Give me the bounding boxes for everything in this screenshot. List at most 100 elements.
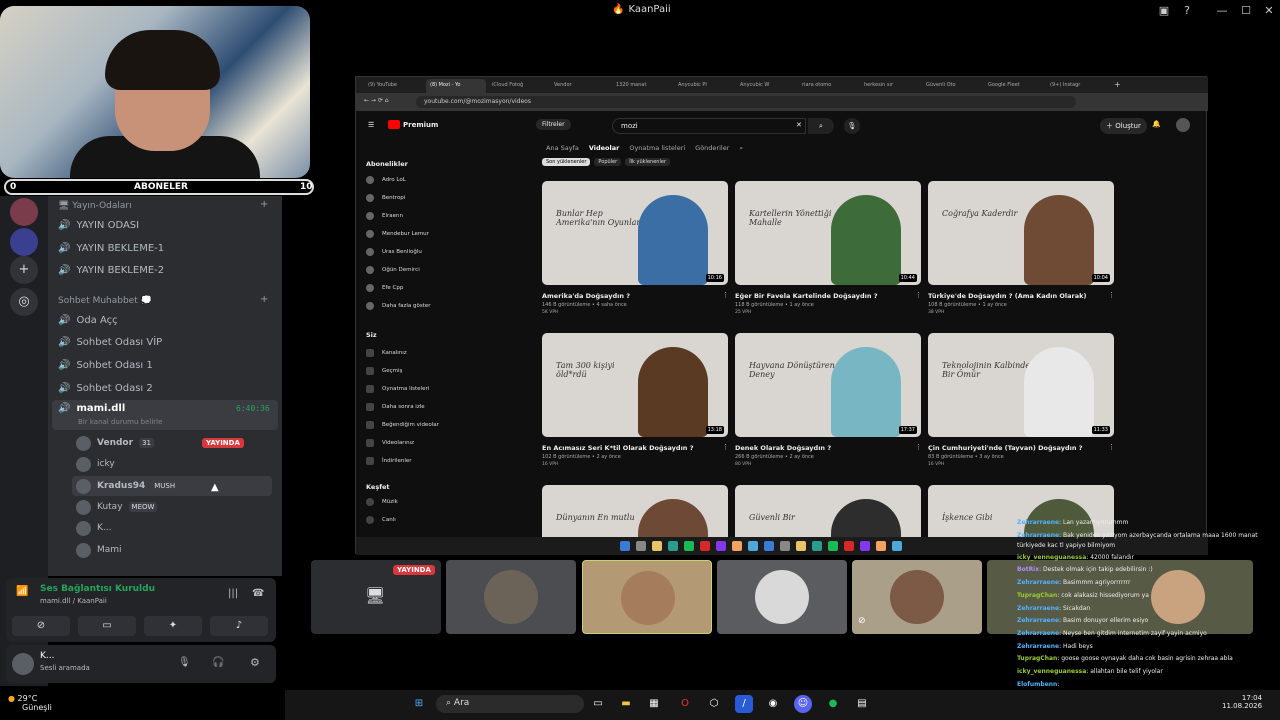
chat-username[interactable]: Zehrarraene	[1017, 579, 1059, 586]
chat-username[interactable]: TupragChan	[1017, 592, 1057, 599]
menu-icon[interactable]: ☰	[368, 121, 374, 129]
opera-icon[interactable]: O	[676, 695, 694, 713]
spotify-icon[interactable]: ●	[824, 695, 842, 713]
voice-user[interactable]: Kutay MEOW	[76, 497, 158, 517]
video-thumbnail[interactable]: Dünyanın En mutlu	[542, 485, 728, 537]
sidebar-item[interactable]: İndirilenler	[366, 452, 412, 470]
chat-username[interactable]: icky_venneguanessa	[1017, 668, 1086, 675]
remote-taskbar-icon[interactable]	[796, 541, 806, 551]
chat-username[interactable]: TupragChan	[1017, 655, 1057, 662]
video-title[interactable]: Amerika'da Doğsaydın ?	[542, 292, 718, 300]
more-options-icon[interactable]: ⋮	[722, 291, 729, 299]
more-options-icon[interactable]: ⋮	[1108, 443, 1115, 451]
voice-user[interactable]: K...	[76, 518, 111, 538]
chat-username[interactable]: Zehrarraene	[1017, 617, 1059, 624]
avatar[interactable]	[12, 653, 34, 675]
tab-posts[interactable]: Gönderiler	[695, 144, 729, 153]
weather-widget[interactable]: ● 29°C Güneşli	[8, 694, 52, 712]
voice-user[interactable]: Mami	[76, 540, 122, 560]
add-channel-icon[interactable]: +	[260, 294, 268, 305]
remote-taskbar-icon[interactable]	[620, 541, 630, 551]
voice-channel[interactable]: 🔊 Oda Açç	[58, 310, 118, 330]
more-options-icon[interactable]: ⋮	[915, 443, 922, 451]
settings-gear-icon[interactable]: ⚙	[250, 656, 260, 669]
add-server-icon[interactable]: +	[10, 256, 38, 284]
youtube-logo[interactable]: Premium	[388, 120, 438, 129]
microphone-icon[interactable]: 🎙	[844, 118, 860, 134]
video-thumbnail[interactable]: Tam 300 kişiyi öld*rdü 13:18	[542, 333, 728, 437]
stream-tile-self[interactable]: 🖥 YAYINDA	[311, 560, 441, 634]
video-card[interactable]: Hayvana Dönüştüren Deney 17:37 Denek Olara…	[735, 333, 922, 479]
filters-button[interactable]: Filtreler	[536, 119, 571, 130]
video-thumbnail[interactable]: Teknolojinin Kalbinde Bir Ömür 11:33	[928, 333, 1114, 437]
subscription-item[interactable]: Oğün Demirci	[366, 261, 420, 279]
start-icon[interactable]: ⊞	[410, 695, 428, 713]
subscription-item[interactable]: Bentropi	[366, 189, 405, 207]
more-options-icon[interactable]: ⋮	[915, 291, 922, 299]
you-header[interactable]: Siz	[366, 331, 377, 339]
browser-tab[interactable]: Vendor	[550, 79, 610, 93]
search-icon[interactable]: ⌕	[808, 118, 834, 134]
sidebar-item[interactable]: Beğendiğim videolar	[366, 416, 439, 434]
browser-tab[interactable]: Anycubic W	[736, 79, 796, 93]
remote-taskbar-icon[interactable]	[732, 541, 742, 551]
browser-tab[interactable]: riara otomo	[798, 79, 858, 93]
video-thumbnail[interactable]: Güvenli Bir	[735, 485, 921, 537]
sidebar-item[interactable]: Müzik	[366, 493, 398, 511]
clear-search-icon[interactable]: ✕	[796, 121, 802, 129]
search-icon[interactable]: ⌕	[739, 144, 743, 153]
voice-channel[interactable]: 🔊 Sohbet Odası 1	[58, 355, 153, 375]
category-header[interactable]: Sohbet Muhabbet 💭	[58, 296, 152, 306]
voice-user[interactable]: Kradus94 MUSH	[72, 476, 272, 496]
browser-tab[interactable]: iCloud Fotoğ	[488, 79, 548, 93]
server-icon-2[interactable]	[10, 228, 38, 256]
taskbar-search[interactable]: ⌕ Ara	[436, 695, 584, 713]
remote-taskbar-icon[interactable]	[684, 541, 694, 551]
headphones-icon[interactable]: 🎧	[212, 657, 224, 668]
remote-taskbar-icon[interactable]	[812, 541, 822, 551]
stream-tile[interactable]	[446, 560, 576, 634]
stream-tile[interactable]: ⊘	[852, 560, 982, 634]
subscription-item[interactable]: Mendebur Lemur	[366, 225, 429, 243]
soundboard-button[interactable]: ♪	[210, 616, 268, 636]
browser-tab[interactable]: (8) Mozi - Yo	[426, 79, 486, 93]
stream-tile[interactable]	[717, 560, 847, 634]
notifications-icon[interactable]: 🔔	[1152, 120, 1161, 128]
voice-channel[interactable]: 🔊 YAYIN BEKLEME-1	[58, 238, 164, 258]
remote-taskbar-icon[interactable]	[716, 541, 726, 551]
browser-tab[interactable]: 1320 manat	[612, 79, 672, 93]
video-thumbnail[interactable]: Hayvana Dönüştüren Deney 17:37	[735, 333, 921, 437]
video-title[interactable]: Denek Olarak Doğsaydın ?	[735, 444, 911, 452]
stream-tile-speaking[interactable]	[582, 560, 712, 634]
remote-taskbar-icon[interactable]	[636, 541, 646, 551]
voice-channel[interactable]: 🔊 YAYIN BEKLEME-2	[58, 260, 164, 280]
chat-username[interactable]: Zehrarraene	[1017, 630, 1059, 637]
browser-tab[interactable]: Google Fleet	[984, 79, 1044, 93]
remote-taskbar-icon[interactable]	[892, 541, 902, 551]
minimize-button[interactable]: —	[1213, 3, 1231, 19]
new-tab-icon[interactable]: +	[1114, 80, 1121, 89]
tab-home[interactable]: Ana Sayfa	[546, 144, 579, 153]
explore-icon[interactable]: ◎	[10, 288, 38, 316]
video-title[interactable]: En Acımasız Seri K*til Olarak Doğsaydın …	[542, 444, 718, 452]
discord-icon[interactable]: ☺	[794, 695, 812, 713]
remote-taskbar-icon[interactable]	[780, 541, 790, 551]
task-view-icon[interactable]: ▭	[589, 695, 607, 713]
video-thumbnail[interactable]: Coğrafya Kaderdir 10:04	[928, 181, 1114, 285]
voice-status[interactable]: Ses Bağlantısı Kuruldu	[40, 584, 155, 594]
add-channel-icon[interactable]: +	[260, 199, 268, 210]
clock[interactable]: 17:04 11.08.2026	[1222, 694, 1262, 710]
microphone-icon[interactable]: 🎙	[178, 657, 191, 668]
subscription-item[interactable]: Elraenn	[366, 207, 403, 225]
pip-icon[interactable]: ▣	[1155, 3, 1173, 19]
browser-tab[interactable]: herkesin sır	[860, 79, 920, 93]
remote-taskbar-icon[interactable]	[860, 541, 870, 551]
video-thumbnail[interactable]: Kartellerin Yönettiği Mahalle 10:44	[735, 181, 921, 285]
video-card[interactable]: Güvenli Bir	[735, 485, 921, 537]
remote-taskbar-icon[interactable]	[668, 541, 678, 551]
screen-share-button[interactable]: ▭	[78, 616, 136, 636]
video-card[interactable]: Teknolojinin Kalbinde Bir Ömür 11:33 Çin C…	[928, 333, 1115, 479]
subscription-item[interactable]: Efe Cpp	[366, 279, 403, 297]
voice-channel[interactable]: 🔊 Sohbet Odası VİP	[58, 332, 162, 352]
browser-tab[interactable]: Güvenli Oto	[922, 79, 982, 93]
